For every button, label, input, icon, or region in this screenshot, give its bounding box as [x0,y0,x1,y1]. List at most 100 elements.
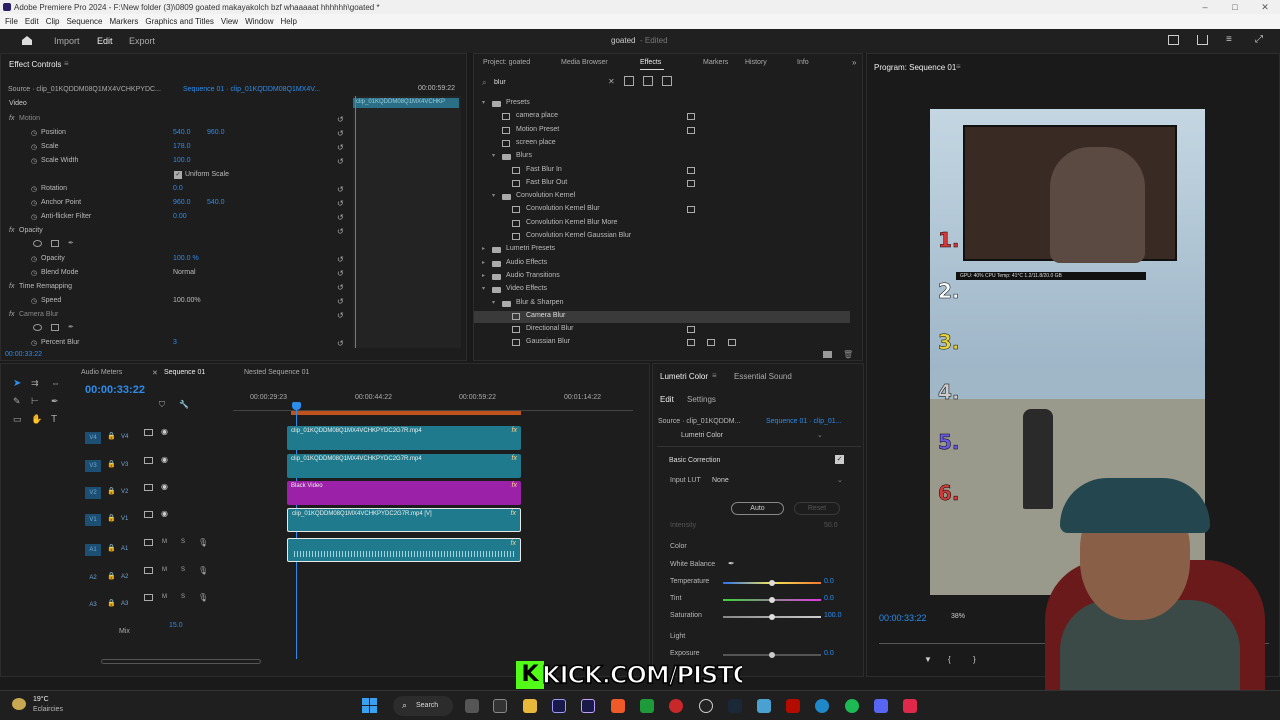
reset-param-icon[interactable]: ↺ [337,143,344,152]
rectangle-mask-icon[interactable] [51,324,59,331]
tab-audio-meters[interactable]: Audio Meters [81,369,122,376]
ec-value[interactable]: 960.0 [173,199,191,206]
eye-icon[interactable]: ◉ [161,509,168,518]
obs-icon[interactable] [699,699,713,713]
sync-lock-icon[interactable] [144,539,153,546]
sync-lock-icon[interactable] [144,457,153,464]
microphone-icon[interactable]: 🎙 [198,593,208,602]
tab-markers[interactable]: Markers [703,59,728,66]
reset-param-icon[interactable]: ↺ [337,311,344,320]
effects-tree-item[interactable]: screen place [474,138,850,150]
chevron-icon[interactable]: ▾ [482,99,485,106]
effects-tree-item[interactable]: ▸ Audio Transitions [474,271,850,283]
razor-tool-icon[interactable]: ✎ [13,396,21,407]
effects-tree-item[interactable]: ▾ Blurs [474,151,850,163]
menu-item-sequence[interactable]: Sequence [66,17,102,26]
slider-knob[interactable] [769,597,775,603]
selection-tool-icon[interactable]: ➤ [13,378,21,389]
tab-sequence-01[interactable]: Sequence 01 [164,369,205,376]
maximize-button[interactable]: □ [1220,0,1250,14]
menu-item-graphics-and-titles[interactable]: Graphics and Titles [145,17,213,26]
solo-button[interactable]: S [181,539,185,545]
stopwatch-icon[interactable]: ◷ [31,185,37,193]
stopwatch-icon[interactable]: ◷ [31,143,37,151]
sync-lock-icon[interactable] [144,594,153,601]
microphone-icon[interactable]: 🎙 [198,538,208,547]
stopwatch-icon[interactable]: ◷ [31,339,37,347]
after-effects-icon[interactable] [581,699,595,713]
stopwatch-icon[interactable]: ◷ [31,199,37,207]
exposure-value[interactable]: 0.0 [824,650,834,657]
ec-value[interactable]: Normal [173,269,196,276]
premiere-pro-icon[interactable] [552,699,566,713]
weather-temp[interactable]: 19°C [33,696,49,703]
task-view-icon[interactable] [465,699,479,713]
chevron-icon[interactable]: ▾ [492,152,495,159]
lumetri-sequence[interactable]: Sequence 01 · clip_01... [766,418,842,425]
ec-value[interactable]: 0.0 [173,185,183,192]
clear-search-icon[interactable]: ✕ [608,77,615,86]
track-target-a2[interactable]: A2 [85,572,101,584]
effects-tree-item[interactable]: Fast Blur In [474,165,850,177]
stopwatch-icon[interactable]: ◷ [31,157,37,165]
eye-icon[interactable]: ◉ [161,455,168,464]
lumetri-effect-select[interactable]: Lumetri Color [681,432,723,439]
sync-lock-icon[interactable] [144,429,153,436]
lock-icon[interactable]: 🔒 [107,514,116,522]
accelerated-filter-icon[interactable] [624,76,634,86]
eyedropper-icon[interactable]: ✒ [728,559,735,568]
ripple-edit-icon[interactable]: ⇔ [51,378,60,388]
tab-essential-sound[interactable]: Essential Sound [734,372,792,381]
slip-tool-icon[interactable]: ⊢ [31,396,39,407]
tab-media-browser[interactable]: Media Browser [561,59,608,66]
ec-value[interactable]: 178.0 [173,143,191,150]
panel-menu-icon[interactable]: ≡ [712,371,717,380]
panel-overflow-icon[interactable]: » [852,58,856,67]
effects-tree-item[interactable]: ▾ Convolution Kernel [474,191,850,203]
mute-button[interactable]: M [162,567,167,573]
timeline-clip[interactable]: clip_01KQDDM08Q1MX4VCHKPYDC2G7R.mp4 fx [287,454,521,478]
menu-item-view[interactable]: View [221,17,238,26]
effects-tree-item[interactable]: Convolution Kernel Gaussian Blur [474,231,850,243]
menu-icon[interactable]: ≡ [1226,34,1232,45]
lock-icon[interactable]: 🔒 [107,432,116,440]
lock-icon[interactable]: 🔒 [107,599,116,607]
tab-effects[interactable]: Effects [640,59,661,66]
discord-icon[interactable] [874,699,888,713]
menu-item-markers[interactable]: Markers [110,17,139,26]
tab-project-goated[interactable]: Project: goated [483,59,530,66]
ellipse-mask-icon[interactable] [33,240,42,247]
slider-value[interactable]: 0.0 [824,595,834,602]
tab-export[interactable]: Export [129,36,155,46]
workspaces-icon[interactable] [1168,35,1179,45]
close-button[interactable]: ✕ [1250,0,1280,14]
reset-param-icon[interactable]: ↺ [337,227,344,236]
effects-tree-item[interactable]: Camera Blur [474,310,850,323]
taskbar-search-box[interactable]: ⌕ Search [393,696,453,716]
mute-button[interactable]: M [162,539,167,545]
ellipse-mask-icon[interactable] [33,324,42,331]
rectangle-mask-icon[interactable] [51,240,59,247]
mark-out-icon[interactable]: } [973,655,976,664]
pen-tool-icon[interactable]: ✒ [51,396,59,407]
chevron-icon[interactable]: ▾ [482,285,485,292]
reset-param-icon[interactable]: ↺ [337,283,344,292]
tab-import[interactable]: Import [54,36,80,46]
ec-value[interactable]: 540.0 [173,129,191,136]
reset-param-icon[interactable]: ↺ [337,115,344,124]
delete-icon[interactable]: 🗑 [843,350,853,359]
slider-knob[interactable] [769,614,775,620]
rectangle-tool-icon[interactable]: ▭ [13,414,22,425]
track-target-v4[interactable]: V4 [85,432,101,444]
effects-tree-item[interactable]: Gaussian Blur [474,337,850,349]
track-select-icon[interactable]: ⇉ [31,378,39,389]
color-section-header[interactable]: Color [670,543,687,550]
playhead-handle[interactable] [292,402,301,410]
effects-tree-item[interactable]: ▾ Presets [474,98,850,110]
track-target-v1[interactable]: V1 [85,514,101,526]
ec-value[interactable]: 3 [173,339,177,346]
lock-icon[interactable]: 🔒 [107,460,116,468]
work-area-bar[interactable] [291,411,521,415]
slider-value[interactable]: 100.0 [824,612,842,619]
zoom-select[interactable]: 38% [951,613,965,620]
